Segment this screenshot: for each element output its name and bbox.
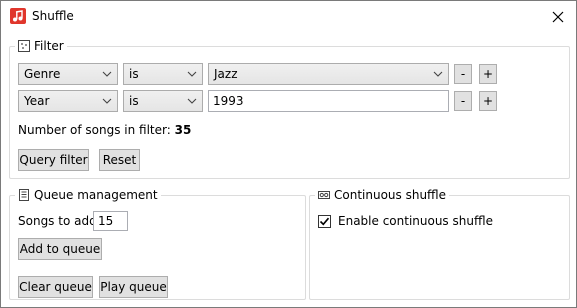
genre-operator-combo[interactable]: is xyxy=(123,63,203,85)
play-queue-button[interactable]: Play queue xyxy=(99,276,168,298)
filter-group-header: Filter xyxy=(15,38,67,54)
chevron-down-icon xyxy=(102,98,112,104)
enable-continuous-shuffle-checkbox[interactable] xyxy=(318,215,331,228)
music-note-icon xyxy=(10,8,26,24)
field-combo-value: Year xyxy=(24,94,50,108)
songs-to-add-input[interactable]: 15 xyxy=(93,211,128,231)
add-filter-row-button[interactable]: + xyxy=(479,91,497,111)
continuous-header-label: Continuous shuffle xyxy=(334,188,447,202)
song-count-line: Number of songs in filter: 35 xyxy=(18,123,191,137)
queue-group-header: Queue management xyxy=(15,187,161,203)
chevron-down-icon xyxy=(102,71,112,77)
filter-icon xyxy=(18,40,30,52)
shuffle-window: Shuffle Filter Genre is Jazz - + Year is… xyxy=(0,0,577,308)
chevron-down-icon xyxy=(187,71,197,77)
queue-header-label: Queue management xyxy=(34,188,158,202)
checkmark-icon xyxy=(319,217,330,226)
title-bar: Shuffle xyxy=(1,1,576,32)
continuous-shuffle-group: Continuous shuffle xyxy=(309,187,570,300)
operator-combo-value: is xyxy=(129,67,139,81)
genre-value-combo[interactable]: Jazz xyxy=(208,63,449,85)
song-count-label: Number of songs in filter: xyxy=(18,123,171,137)
infinity-icon xyxy=(318,189,330,201)
reset-button[interactable]: Reset xyxy=(99,149,140,171)
year-operator-combo[interactable]: is xyxy=(123,90,203,112)
document-icon xyxy=(18,189,30,201)
year-field-combo[interactable]: Year xyxy=(18,90,118,112)
close-icon xyxy=(552,11,564,22)
query-filter-button[interactable]: Query filter xyxy=(18,149,89,171)
remove-filter-row-button[interactable]: - xyxy=(454,64,472,84)
value-combo-value: Jazz xyxy=(214,67,238,81)
genre-field-combo[interactable]: Genre xyxy=(18,63,118,85)
song-count-value: 35 xyxy=(174,123,192,137)
operator-combo-value: is xyxy=(129,94,139,108)
chevron-down-icon xyxy=(187,98,197,104)
enable-continuous-shuffle-label[interactable]: Enable continuous shuffle xyxy=(338,214,493,228)
close-button[interactable] xyxy=(540,1,576,32)
clear-queue-button[interactable]: Clear queue xyxy=(18,276,93,298)
add-filter-row-button[interactable]: + xyxy=(479,64,497,84)
field-combo-value: Genre xyxy=(24,67,61,81)
window-title: Shuffle xyxy=(32,9,74,23)
remove-filter-row-button[interactable]: - xyxy=(454,91,472,111)
year-value-input[interactable]: 1993 xyxy=(208,90,449,112)
songs-to-add-label: Songs to add xyxy=(18,214,97,228)
filter-header-label: Filter xyxy=(34,39,64,53)
chevron-down-icon xyxy=(433,71,443,77)
continuous-group-header: Continuous shuffle xyxy=(315,187,450,203)
add-to-queue-button[interactable]: Add to queue xyxy=(18,238,102,260)
